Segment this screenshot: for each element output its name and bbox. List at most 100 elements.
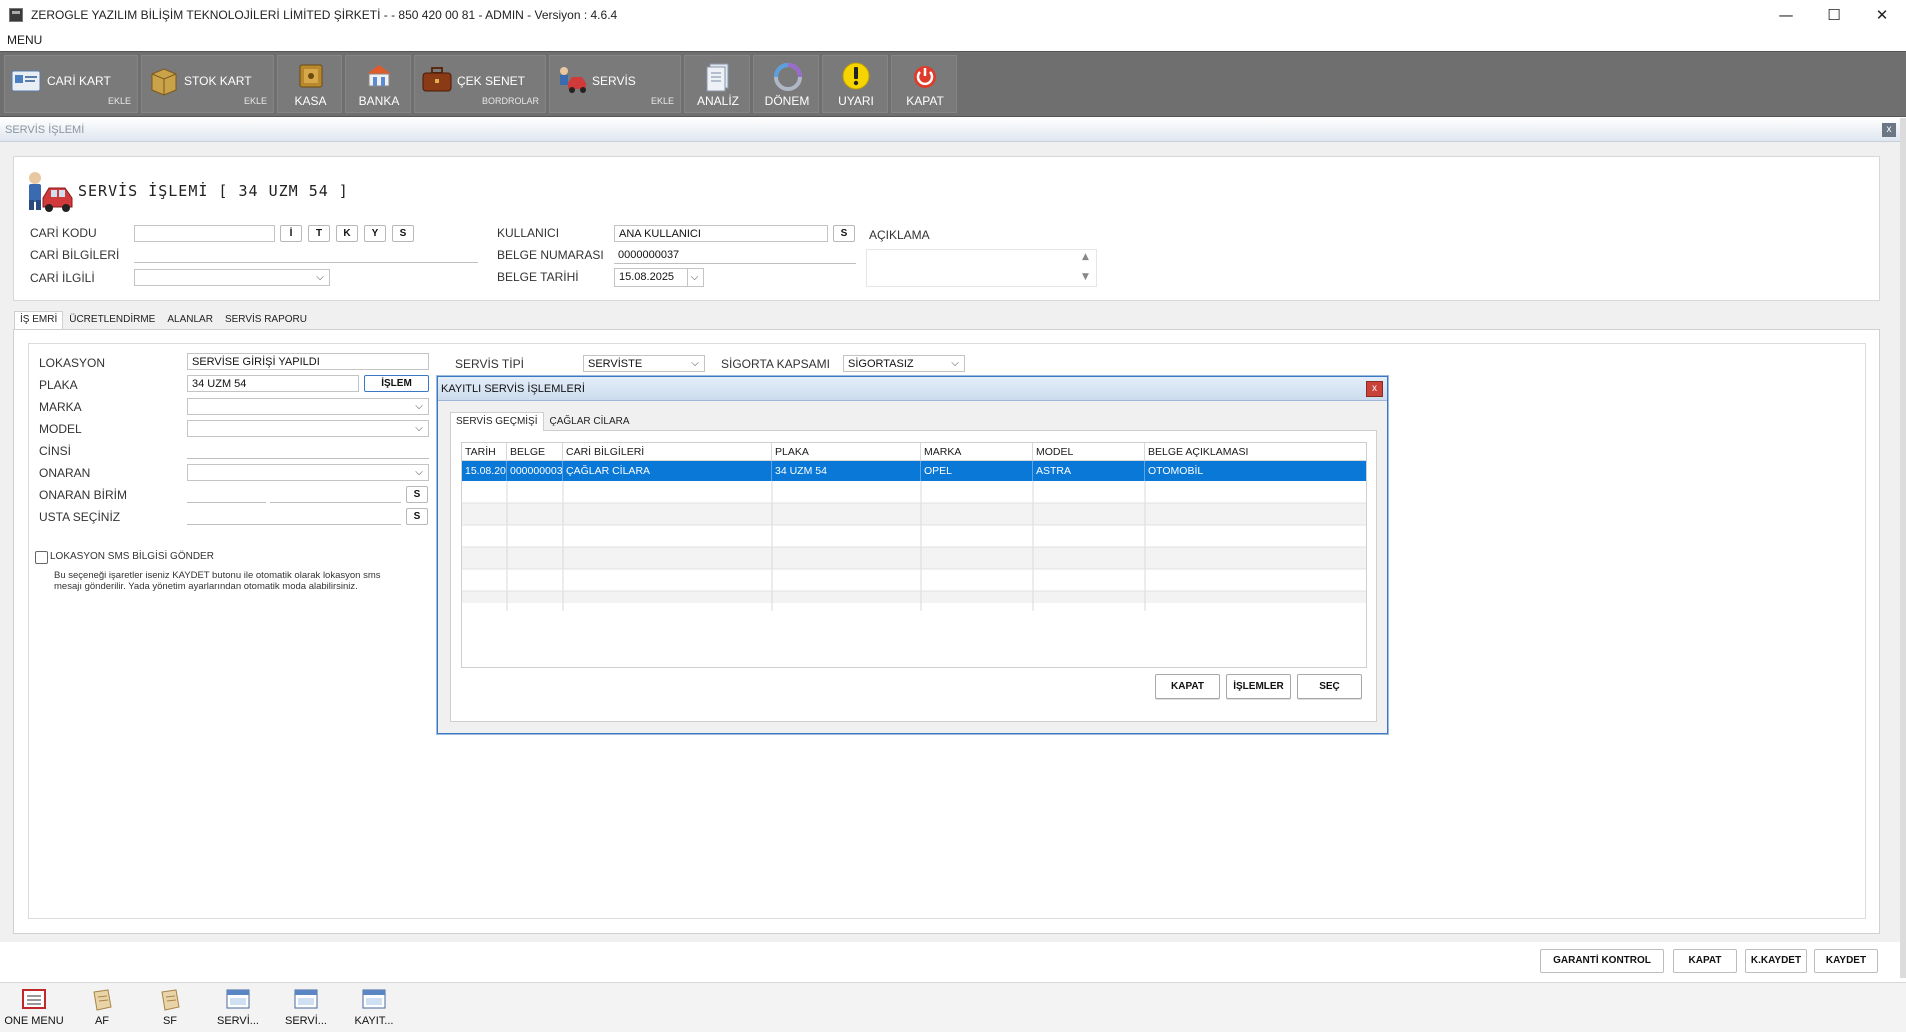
toolbar-stok-kart-button[interactable]: STOK KART EKLE (141, 55, 274, 113)
tab-is-emri[interactable]: İŞ EMRİ (14, 311, 64, 329)
task-af[interactable]: AF (72, 983, 132, 1032)
dialog-close-button[interactable]: x (1366, 381, 1383, 397)
tab-ucretlendirme[interactable]: ÜCRETLENDİRME (63, 311, 161, 329)
main-toolbar: CARİ KART EKLE STOK KART EKLE KASA BANKA (0, 51, 1906, 117)
menu-item-menu[interactable]: MENU (7, 33, 42, 47)
task-label: SERVİ... (217, 1015, 259, 1027)
document-close-button[interactable]: x (1882, 123, 1896, 137)
toolbar-servis-label: SERVİS (592, 74, 636, 88)
kullanici-s-button[interactable]: S (833, 225, 855, 242)
marka-select[interactable]: ⌵ (187, 398, 429, 415)
document-icon (93, 989, 112, 1011)
toolbar-banka-button[interactable]: BANKA (345, 55, 411, 113)
table-row[interactable]: 15.08.2025 0000000037 ÇAĞLAR CİLARA 34 U… (462, 461, 1366, 481)
task-servis-2[interactable]: SERVİ... (276, 983, 336, 1032)
task-one-menu[interactable]: ONE MENU (4, 983, 64, 1032)
cari-t-button[interactable]: T (308, 225, 330, 242)
document-title: SERVİS İŞLEMİ (5, 124, 85, 136)
window-icon (226, 989, 250, 1009)
toolbar-banka-label: BANKA (358, 94, 400, 108)
sigorta-kapsami-select[interactable]: SİGORTASIZ ⌵ (843, 355, 965, 372)
car-icon (560, 67, 586, 93)
onaran-birim-s-button[interactable]: S (406, 486, 428, 503)
cari-ilgili-select[interactable]: ⌵ (134, 269, 330, 286)
cari-i-button[interactable]: İ (280, 225, 302, 242)
aciklama-textarea[interactable] (866, 249, 1097, 287)
warning-icon (842, 62, 870, 90)
scroll-down-icon[interactable]: ▼ (1082, 272, 1089, 282)
maximize-button[interactable]: ☐ (1810, 0, 1858, 30)
column-header-belge-aciklamasi[interactable]: BELGE AÇIKLAMASI (1145, 443, 1366, 460)
scroll-up-icon[interactable]: ▲ (1082, 252, 1089, 262)
lokasyon-label: LOKASYON (39, 356, 106, 370)
dialog-sec-button[interactable]: SEÇ (1297, 674, 1362, 699)
close-window-button[interactable]: ✕ (1858, 0, 1906, 30)
kullanici-input[interactable]: ANA KULLANICI (614, 225, 828, 242)
right-scrollbar[interactable] (1900, 118, 1906, 978)
toolbar-analiz-button[interactable]: ANALİZ (684, 55, 750, 113)
column-header-belge[interactable]: BELGE (507, 443, 563, 460)
dialog-tabs: SERVİS GEÇMİŞİ ÇAĞLAR CİLARA (450, 412, 636, 431)
model-label: MODEL (39, 422, 82, 436)
cari-y-button[interactable]: Y (364, 225, 386, 242)
tab-servis-raporu[interactable]: SERVİS RAPORU (219, 311, 313, 329)
garanti-kontrol-button[interactable]: GARANTİ KONTROL (1540, 949, 1664, 973)
column-header-marka[interactable]: MARKA (921, 443, 1033, 460)
onaran-birim-name-input[interactable] (270, 486, 401, 503)
toolbar-cek-senet-button[interactable]: ÇEK SENET BORDROLAR (414, 55, 546, 113)
cari-s-button[interactable]: S (392, 225, 414, 242)
document-header: SERVİS İŞLEMİ x (0, 118, 1906, 142)
column-header-plaka[interactable]: PLAKA (772, 443, 921, 460)
toolbar-uyari-button[interactable]: UYARI (822, 55, 888, 113)
cari-bilgileri-input[interactable] (134, 246, 478, 263)
toolbar-cari-kart-sub: EKLE (107, 96, 131, 106)
dialog-kapat-button[interactable]: KAPAT (1155, 674, 1220, 699)
bank-icon (367, 65, 391, 87)
k-kaydet-button[interactable]: K.KAYDET (1745, 949, 1807, 973)
plaka-label: PLAKA (39, 378, 78, 392)
onaran-select[interactable]: ⌵ (187, 464, 429, 481)
toolbar-donem-button[interactable]: DÖNEM (753, 55, 819, 113)
cari-kodu-input[interactable] (134, 225, 275, 242)
cinsi-input[interactable] (187, 442, 429, 459)
column-header-cari-bilgileri[interactable]: CARİ BİLGİLERİ (563, 443, 772, 460)
kapat-button[interactable]: KAPAT (1673, 949, 1737, 973)
usta-input[interactable] (187, 508, 401, 525)
kaydet-button[interactable]: KAYDET (1814, 949, 1878, 973)
cell-tarih: 15.08.2025 (462, 461, 507, 481)
task-kayitli[interactable]: KAYIT... (344, 983, 404, 1032)
tab-caglar-cilara[interactable]: ÇAĞLAR CİLARA (544, 412, 636, 431)
dialog-islemler-button[interactable]: İŞLEMLER (1226, 674, 1291, 699)
task-servis-1[interactable]: SERVİ... (208, 983, 268, 1032)
model-select[interactable]: ⌵ (187, 420, 429, 437)
belge-tarihi-picker[interactable]: 15.08.2025 ⌵ (614, 268, 704, 287)
sms-hint-text: Bu seçeneği işaretler iseniz KAYDET buto… (54, 570, 381, 592)
plaka-input[interactable]: 34 UZM 54 (187, 375, 359, 392)
page-title: SERVİS İŞLEMİ [ 34 UZM 54 ] (78, 182, 349, 200)
tab-alanlar[interactable]: ALANLAR (161, 311, 219, 329)
usta-s-button[interactable]: S (406, 508, 428, 525)
cell-model: ASTRA (1033, 461, 1145, 481)
toolbar-donem-label: DÖNEM (764, 94, 810, 108)
sms-checkbox[interactable] (35, 551, 48, 564)
task-sf[interactable]: SF (140, 983, 200, 1032)
toolbar-cari-kart-button[interactable]: CARİ KART EKLE (4, 55, 138, 113)
column-header-model[interactable]: MODEL (1033, 443, 1145, 460)
servis-tipi-select[interactable]: SERVİSTE ⌵ (583, 355, 705, 372)
cari-k-button[interactable]: K (336, 225, 358, 242)
card-icon (11, 70, 41, 92)
chevron-down-icon: ⌵ (415, 401, 423, 412)
onaran-label: ONARAN (39, 466, 91, 480)
islem-button[interactable]: İŞLEM (364, 375, 429, 392)
minimize-button[interactable]: — (1762, 0, 1810, 30)
toolbar-kasa-button[interactable]: KASA (277, 55, 342, 113)
toolbar-servis-button[interactable]: SERVİS EKLE (549, 55, 681, 113)
belge-numarasi-input[interactable]: 0000000037 (614, 247, 856, 264)
onaran-birim-code-input[interactable] (187, 486, 266, 503)
lokasyon-input[interactable]: SERVİSE GİRİŞİ YAPILDI (187, 353, 429, 370)
toolbar-kapat-button[interactable]: KAPAT (891, 55, 957, 113)
onaran-birim-label: ONARAN BİRİM (39, 488, 128, 502)
chevron-down-icon: ⌵ (951, 358, 959, 369)
column-header-tarih[interactable]: TARİH (462, 443, 507, 460)
tab-servis-gecmisi[interactable]: SERVİS GEÇMİŞİ (450, 412, 544, 431)
